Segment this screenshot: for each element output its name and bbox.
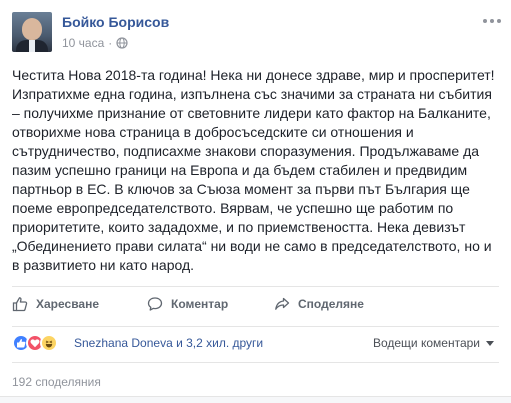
- reaction-icons[interactable]: [12, 334, 58, 352]
- comments-sort-label: Водещи коментари: [372, 336, 480, 350]
- author-name[interactable]: Бойко Борисов: [62, 14, 169, 30]
- comment-area-edge: [0, 396, 511, 403]
- divider: [12, 326, 499, 327]
- globe-icon: [116, 37, 128, 49]
- haha-reaction-icon: [40, 334, 58, 352]
- dot-separator: ·: [108, 36, 113, 50]
- comment-label: Коментар: [171, 297, 229, 311]
- reactions-bar: Snezhana Doneva и 3,2 хил. други Водещи …: [12, 333, 502, 353]
- comments-sort-dropdown[interactable]: Водещи коментари: [373, 336, 494, 350]
- post-body: Честита Нова 2018-та година! Нека ни дон…: [12, 67, 495, 273]
- share-label: Споделяне: [298, 297, 364, 311]
- avatar[interactable]: [12, 12, 52, 52]
- share-button[interactable]: Споделяне: [274, 296, 364, 312]
- shares-count[interactable]: 192 споделяния: [12, 375, 101, 389]
- like-label: Харесване: [36, 297, 100, 311]
- comment-icon: [147, 297, 163, 311]
- reactions-summary[interactable]: Snezhana Doneva и 3,2 хил. други: [74, 336, 263, 350]
- comment-button[interactable]: Коментар: [147, 296, 228, 312]
- share-icon: [275, 297, 290, 310]
- divider: [12, 362, 499, 363]
- chevron-down-icon: [486, 340, 494, 346]
- post-timestamp[interactable]: 10 часа: [62, 36, 104, 50]
- more-options-icon[interactable]: [482, 14, 502, 28]
- post-meta: 10 часа ·: [62, 36, 128, 50]
- thumbs-up-icon: [12, 297, 28, 312]
- like-button[interactable]: Харесване: [12, 296, 99, 312]
- post-header: Бойко Борисов 10 часа ·: [12, 12, 502, 56]
- post-actions: Харесване Коментар Споделяне: [12, 292, 502, 320]
- divider: [12, 286, 499, 287]
